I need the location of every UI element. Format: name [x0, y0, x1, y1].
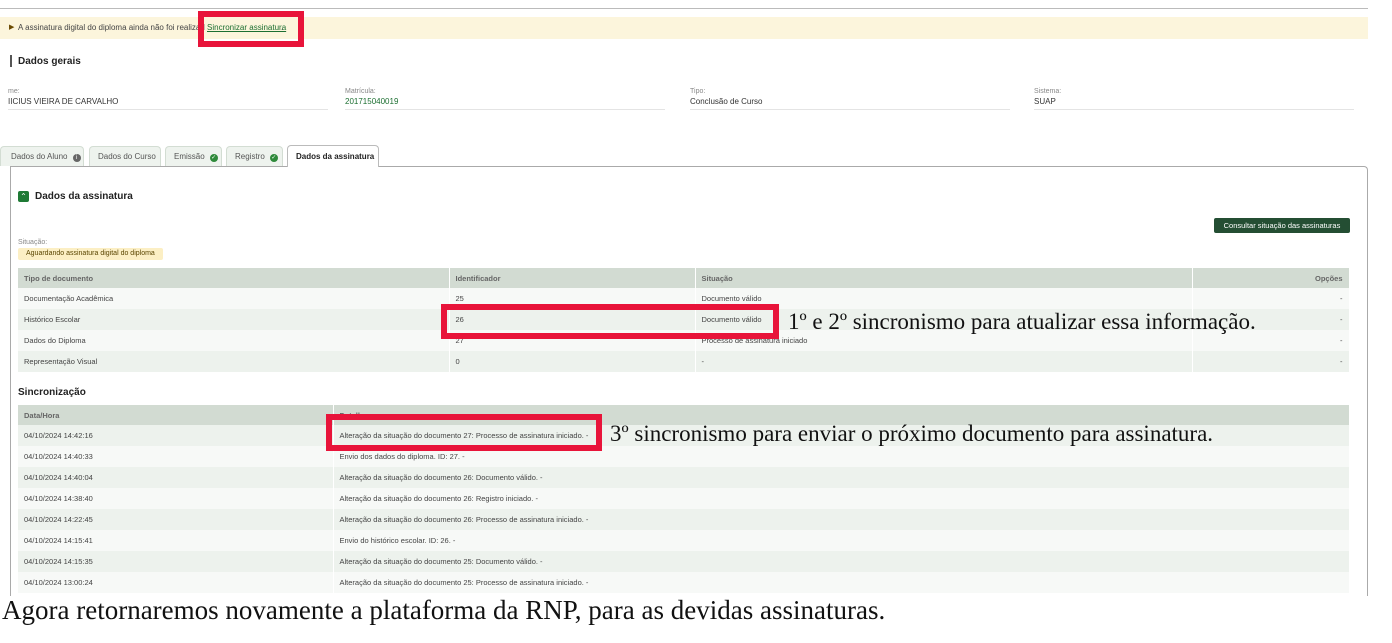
general-title: Dados gerais — [18, 56, 81, 67]
tab-signature-data[interactable]: Dados da assinatura — [287, 145, 379, 167]
sync-datetime: 04/10/2024 14:40:04 — [18, 467, 334, 488]
col-datetime: Data/Hora — [18, 405, 334, 425]
system-label: Sistema: — [1034, 88, 1062, 95]
field-divider — [345, 109, 665, 110]
tab-emission[interactable]: Emissão ✓ — [165, 146, 222, 166]
highlight-sync-entry — [326, 414, 602, 451]
sync-detail: Alteração da situação do documento 26: P… — [333, 509, 1350, 530]
col-options: Opções — [1192, 268, 1350, 288]
sync-title: Sincronização — [18, 387, 86, 398]
alert-arrow-icon: ▶ — [9, 24, 15, 31]
tab-registration[interactable]: Registro ✓ — [226, 146, 283, 166]
sync-datetime: 04/10/2024 14:40:33 — [18, 446, 334, 467]
doc-type: Documentação Acadêmica — [18, 288, 450, 309]
name-label: me: — [8, 88, 20, 95]
doc-type: Representação Visual — [18, 351, 450, 372]
status-label: Situação: — [18, 239, 48, 246]
col-status: Situação — [695, 268, 1193, 288]
highlight-identifier-status — [441, 304, 779, 339]
field-divider — [690, 109, 1010, 110]
chevron-up-icon[interactable]: ⌃ — [18, 191, 29, 202]
sync-detail: Alteração da situação do documento 25: P… — [333, 572, 1350, 593]
caption: Agora retornaremos novamente a plataform… — [2, 595, 886, 625]
check-icon: ✓ — [209, 154, 218, 162]
sync-detail: Alteração da situação do documento 26: R… — [333, 488, 1350, 509]
registration-value[interactable]: 201715040019 — [345, 97, 398, 106]
tab-course-data[interactable]: Dados do Curso — [89, 146, 161, 166]
sync-detail: Envio do histórico escolar. ID: 26. - — [333, 530, 1350, 551]
table-row: 04/10/2024 14:40:33 Envio dos dados do d… — [18, 446, 1350, 467]
sync-detail: Alteração da situação do documento 26: D… — [333, 467, 1350, 488]
doc-options: - — [1192, 351, 1350, 372]
tab-student-data[interactable]: Dados do Aluno i — [0, 146, 84, 166]
check-icon: ✓ — [269, 154, 278, 162]
status-badge: Aguardando assinatura digital do diploma — [18, 248, 163, 260]
table-row: 04/10/2024 14:40:04 Alteração da situaçã… — [18, 467, 1350, 488]
doc-type: Histórico Escolar — [18, 309, 450, 330]
highlight-sync-link — [198, 11, 304, 47]
table-header: Tipo de documento Identificador Situação… — [18, 268, 1350, 288]
alert-message: A assinatura digital do diploma ainda nã… — [18, 23, 205, 32]
sync-datetime: 04/10/2024 14:15:35 — [18, 551, 334, 572]
top-divider — [0, 8, 1368, 9]
type-label: Tipo: — [690, 88, 706, 95]
sync-datetime: 04/10/2024 13:00:24 — [18, 572, 334, 593]
col-identifier: Identificador — [449, 268, 696, 288]
tab-label: Registro — [235, 152, 265, 161]
sync-detail: Alteração da situação do documento 25: D… — [333, 551, 1350, 572]
table-row: 04/10/2024 14:15:35 Alteração da situaçã… — [18, 551, 1350, 572]
tab-label: Dados do Curso — [98, 152, 156, 161]
field-divider — [1034, 109, 1354, 110]
table-row: 04/10/2024 14:38:40 Alteração da situaçã… — [18, 488, 1350, 509]
col-doc-type: Tipo de documento — [18, 268, 450, 288]
table-row: 04/10/2024 14:15:41 Envio do histórico e… — [18, 530, 1350, 551]
sync-datetime: 04/10/2024 14:22:45 — [18, 509, 334, 530]
sync-datetime: 04/10/2024 14:42:16 — [18, 425, 334, 446]
table-row: 04/10/2024 14:22:45 Alteração da situaçã… — [18, 509, 1350, 530]
signature-title: Dados da assinatura — [35, 191, 133, 202]
sync-datetime: 04/10/2024 14:15:41 — [18, 530, 334, 551]
annotation-sync-1-2: 1º e 2º sincronismo para atualizar essa … — [788, 309, 1256, 334]
section-marker — [10, 55, 12, 67]
field-divider — [8, 109, 328, 110]
doc-status: - — [695, 351, 1193, 372]
table-row: 04/10/2024 13:00:24 Alteração da situaçã… — [18, 572, 1350, 593]
tab-label: Emissão — [174, 152, 205, 161]
info-icon: i — [72, 154, 81, 162]
doc-options: - — [1192, 288, 1350, 309]
sync-datetime: 04/10/2024 14:38:40 — [18, 488, 334, 509]
doc-type: Dados do Diploma — [18, 330, 450, 351]
tab-label: Dados do Aluno — [11, 152, 68, 161]
system-value: SUAP — [1034, 97, 1056, 106]
tab-label: Dados da assinatura — [296, 152, 375, 161]
registration-label: Matrícula: — [345, 88, 376, 95]
name-value: IICIUS VIEIRA DE CARVALHO — [8, 97, 119, 106]
doc-identifier: 0 — [449, 351, 696, 372]
annotation-sync-3: 3º sincronismo para enviar o próximo doc… — [610, 421, 1214, 446]
consult-signatures-button[interactable]: Consultar situação das assinaturas — [1214, 218, 1350, 233]
type-value: Conclusão de Curso — [690, 97, 763, 106]
table-row: Representação Visual 0 - - — [18, 351, 1350, 372]
